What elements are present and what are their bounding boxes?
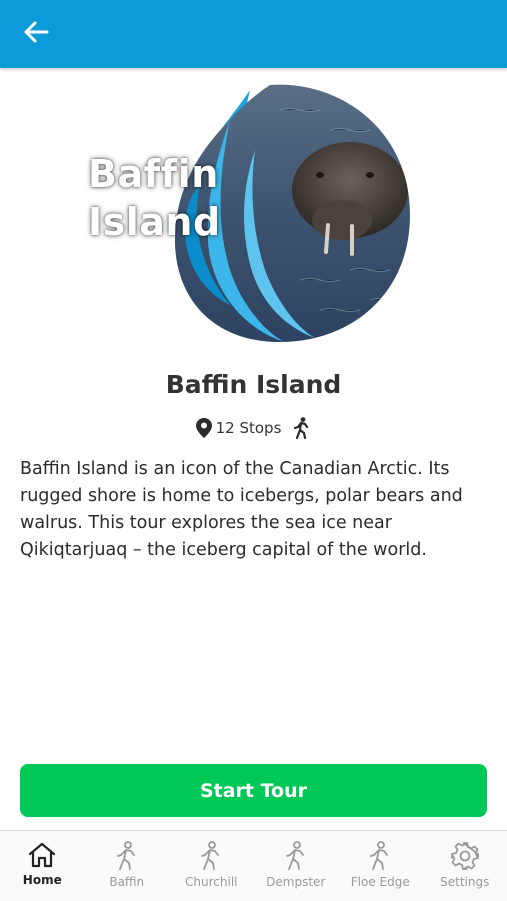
tab-baffin[interactable]: Baffin	[85, 831, 170, 901]
walking-icon	[115, 841, 139, 871]
walking-icon	[199, 841, 223, 871]
bottom-tab-bar: Home Baffin Churchill Dempster Floe Edge	[0, 830, 507, 901]
app-bar	[0, 0, 507, 68]
tour-title: Baffin Island	[0, 370, 507, 399]
tab-settings[interactable]: Settings	[423, 831, 507, 901]
back-button[interactable]	[18, 16, 54, 48]
tab-churchill[interactable]: Churchill	[169, 831, 254, 901]
tab-settings-label: Settings	[440, 875, 489, 889]
home-icon	[27, 841, 57, 869]
tab-floe-edge-label: Floe Edge	[351, 875, 410, 889]
start-tour-button[interactable]: Start Tour	[20, 764, 487, 817]
tour-meta: 12 Stops	[0, 417, 507, 439]
gear-icon	[450, 841, 480, 871]
stops-count: 12 Stops	[216, 419, 282, 437]
walking-icon	[368, 841, 392, 871]
hero-title-line2: Island	[88, 198, 221, 246]
walking-icon	[293, 417, 311, 439]
tab-home-label: Home	[23, 873, 62, 887]
tab-dempster-label: Dempster	[266, 875, 325, 889]
map-pin-icon	[196, 418, 212, 438]
tab-floe-edge[interactable]: Floe Edge	[338, 831, 423, 901]
hero-title-line1: Baffin	[88, 150, 221, 198]
tour-description: Baffin Island is an icon of the Canadian…	[20, 456, 490, 564]
hero-title: Baffin Island	[88, 150, 221, 246]
tab-churchill-label: Churchill	[185, 875, 237, 889]
walking-icon	[284, 841, 308, 871]
tab-baffin-label: Baffin	[109, 875, 144, 889]
tab-dempster[interactable]: Dempster	[254, 831, 339, 901]
tab-home[interactable]: Home	[0, 831, 85, 901]
arrow-left-icon	[23, 21, 49, 43]
